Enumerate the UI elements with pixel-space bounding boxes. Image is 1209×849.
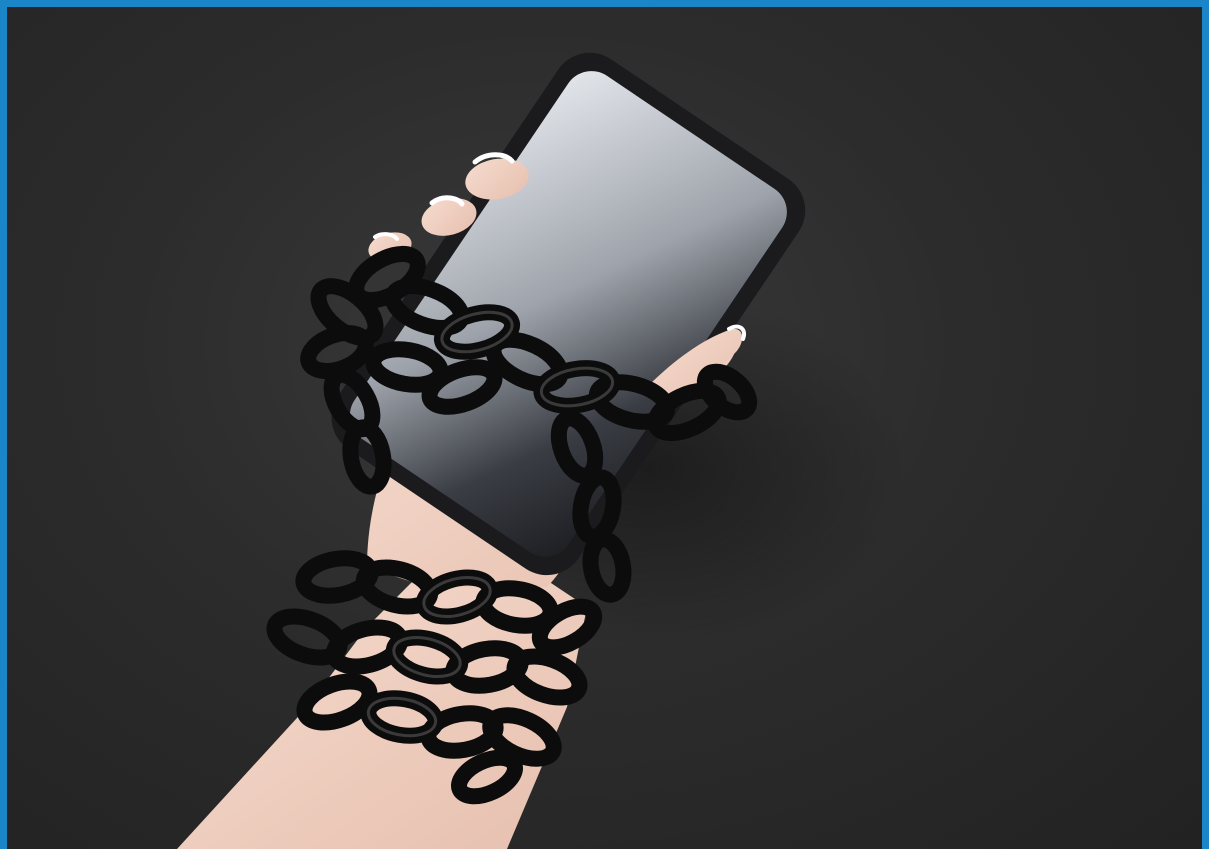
photo-scene [177,52,907,849]
photo-frame [0,0,1209,849]
